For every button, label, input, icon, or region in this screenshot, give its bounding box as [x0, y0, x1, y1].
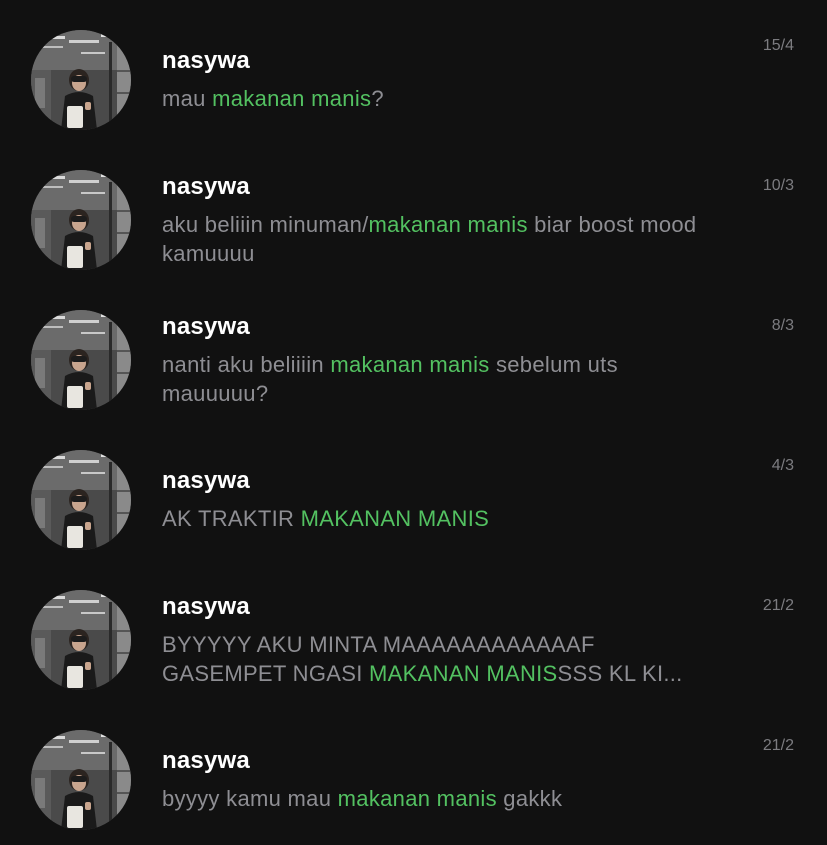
highlighted-search-term: MAKANAN MANIS	[300, 506, 490, 531]
avatar[interactable]	[31, 730, 131, 830]
avatar[interactable]	[31, 590, 131, 690]
message-snippet: BYYYYY AKU MINTA MAAAAAAAAAAAAF GASEMPET…	[162, 630, 722, 688]
highlighted-search-term: makanan manis	[212, 86, 372, 111]
search-result-row[interactable]: nasywa BYYYYY AKU MINTA MAAAAAAAAAAAAF GA…	[0, 560, 827, 700]
message-snippet: byyyy kamu mau makanan manis gakkk	[162, 784, 722, 813]
highlighted-search-term: makanan manis	[337, 786, 497, 811]
snippet-text: ?	[371, 86, 384, 111]
highlighted-search-term: MAKANAN MANIS	[369, 661, 558, 686]
message-date: 15/4	[762, 37, 794, 54]
message-snippet: AK TRAKTIR MAKANAN MANIS	[162, 504, 722, 533]
highlighted-search-term: makanan manis	[368, 212, 528, 237]
avatar[interactable]	[31, 30, 131, 130]
message-snippet: aku beliiin minuman/makanan manis biar b…	[162, 210, 722, 268]
contact-name: nasywa	[162, 467, 250, 494]
snippet-text: mau	[162, 86, 213, 111]
message-date: 4/3	[771, 457, 794, 474]
message-date: 10/3	[762, 177, 794, 194]
highlighted-search-term: makanan manis	[330, 352, 490, 377]
contact-name: nasywa	[162, 747, 250, 774]
avatar[interactable]	[31, 170, 131, 270]
contact-name: nasywa	[162, 593, 250, 620]
search-result-row[interactable]: nasywa mau makanan manis? 15/4	[0, 0, 827, 140]
snippet-text: nanti aku beliiiin	[162, 352, 331, 377]
snippet-text: AK TRAKTIR	[162, 506, 301, 531]
contact-name: nasywa	[162, 173, 250, 200]
message-date: 21/2	[762, 597, 794, 614]
search-result-row[interactable]: nasywa nanti aku beliiiin makanan manis s…	[0, 280, 827, 420]
snippet-text: byyyy kamu mau	[162, 786, 338, 811]
search-result-row[interactable]: nasywa aku beliiin minuman/makanan manis …	[0, 140, 827, 280]
search-result-row[interactable]: nasywa AK TRAKTIR MAKANAN MANIS 4/3	[0, 420, 827, 560]
contact-name: nasywa	[162, 47, 250, 74]
contact-name: nasywa	[162, 313, 250, 340]
snippet-text: SSS KL KI...	[557, 661, 683, 686]
search-result-row[interactable]: nasywa byyyy kamu mau makanan manis gakkk…	[0, 700, 827, 840]
message-date: 8/3	[771, 317, 794, 334]
message-snippet: mau makanan manis?	[162, 84, 722, 113]
snippet-text: aku beliiin minuman/	[162, 212, 369, 237]
message-snippet: nanti aku beliiiin makanan manis sebelum…	[162, 350, 722, 408]
message-date: 21/2	[762, 737, 794, 754]
snippet-text: gakkk	[496, 786, 563, 811]
avatar[interactable]	[31, 310, 131, 410]
avatar[interactable]	[31, 450, 131, 550]
